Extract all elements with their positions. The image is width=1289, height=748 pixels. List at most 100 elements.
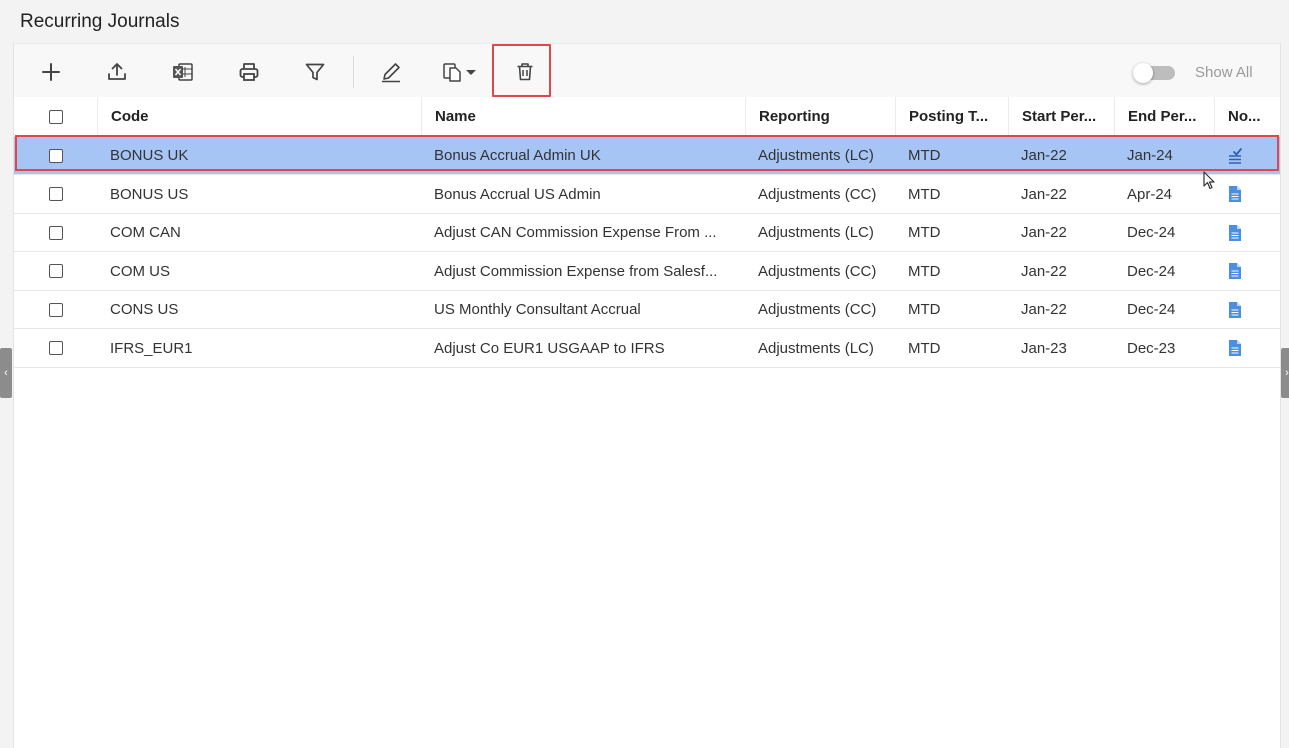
cell-code: COM US [110,262,170,280]
funnel-icon [305,63,325,81]
cell-end-period: Dec-23 [1127,339,1176,357]
cell-posting-type: MTD [908,339,941,357]
export-excel-button[interactable] [166,55,200,89]
column-header-end-period[interactable]: End Per... [1114,97,1214,136]
table-row[interactable]: COM US Adjust Commission Expense from Sal… [14,253,1280,291]
select-all-cell [14,97,97,136]
column-header-name[interactable]: Name [421,97,745,136]
toolbar-separator [353,56,354,88]
column-header-start-period[interactable]: Start Per... [1008,97,1114,136]
table-row[interactable]: IFRS_EUR1 Adjust Co EUR1 USGAAP to IFRS Ad… [14,330,1280,368]
caret-down-icon [466,70,476,75]
toggle-knob [1133,63,1153,83]
cell-end-period: Dec-24 [1127,224,1176,241]
row-select-cell [14,291,97,328]
row-checkbox[interactable] [48,302,63,317]
table-row[interactable]: BONUS UK Bonus Accrual Admin UK Adjustment… [14,137,1280,175]
filter-button[interactable] [298,55,332,89]
row-checkbox[interactable] [48,341,63,355]
cell-start-period: Jan-22 [1021,262,1067,280]
cell-code: BONUS UK [110,147,189,164]
copy-dropdown-button[interactable] [434,55,484,89]
row-select-cell [14,253,97,290]
cell-name: Adjust Co EUR1 USGAAP to IFRS [434,339,665,357]
cell-end-period: Dec-24 [1127,262,1176,280]
document-icon[interactable] [1227,224,1243,242]
printer-icon [239,63,259,81]
cell-end-period: Jan-24 [1127,147,1173,164]
column-header-posting-type[interactable]: Posting T... [895,97,1008,136]
column-header-code[interactable]: Code [97,97,421,136]
column-header-notes[interactable]: No... [1214,97,1280,136]
cell-notes [1214,137,1280,174]
cell-start-period: Jan-22 [1021,185,1067,203]
cell-notes [1214,291,1280,328]
excel-icon [173,63,193,81]
cell-reporting: Adjustments (CC) [758,185,877,203]
show-all-label: Show All [1195,64,1253,81]
document-icon[interactable] [1227,301,1243,319]
add-button[interactable] [34,55,68,89]
cell-start-period: Jan-22 [1021,301,1067,318]
cell-posting-type: MTD [908,147,941,164]
show-all-toggle[interactable] [1133,63,1177,83]
mouse-cursor-icon [1203,171,1215,190]
plus-icon [42,63,60,81]
grid-header: Code Name Reporting Posting T... Start P… [14,97,1280,137]
document-icon[interactable] [1227,262,1243,280]
edit-button[interactable] [374,55,408,89]
cell-start-period: Jan-22 [1021,224,1067,241]
row-checkbox[interactable] [48,225,63,240]
cell-code: COM CAN [110,224,181,241]
chevron-right-icon: › [1285,367,1289,379]
row-select-cell [14,137,97,174]
document-icon[interactable] [1227,339,1243,357]
cell-name: Bonus Accrual Admin UK [434,147,601,164]
cell-reporting: Adjustments (LC) [758,339,874,357]
document-icon[interactable] [1227,185,1243,203]
cell-reporting: Adjustments (LC) [758,147,874,164]
row-checkbox[interactable] [48,148,63,163]
select-all-checkbox[interactable] [48,109,63,124]
copy-icon [443,63,461,82]
chevron-left-icon: ‹ [4,367,8,379]
cell-notes [1214,330,1280,367]
import-button[interactable] [100,55,134,89]
cell-code: BONUS US [110,185,189,203]
upload-icon [108,63,126,80]
cell-notes [1214,176,1280,213]
cell-notes [1214,214,1280,251]
cell-name: Bonus Accrual US Admin [434,185,601,203]
note-check-icon[interactable] [1227,147,1243,165]
toolbar: Show All [14,43,1280,99]
cell-posting-type: MTD [908,301,941,318]
table-row[interactable]: COM CAN Adjust CAN Commission Expense Fro… [14,214,1280,252]
cell-reporting: Adjustments (LC) [758,224,874,241]
table-row[interactable]: CONS US US Monthly Consultant Accrual Adju… [14,291,1280,329]
cell-end-period: Apr-24 [1127,185,1173,203]
row-checkbox[interactable] [48,187,63,201]
print-button[interactable] [232,55,266,89]
row-checkbox[interactable] [48,264,63,278]
cell-name: Adjust Commission Expense from Salesf... [434,262,718,280]
cell-start-period: Jan-23 [1021,339,1067,357]
delete-highlight-box [492,44,551,97]
journals-panel: Show All Code Name Reporting Posting T..… [13,43,1281,748]
cell-notes [1214,253,1280,290]
cell-name: Adjust CAN Commission Expense From ... [434,224,717,241]
cell-code: IFRS_EUR1 [110,339,193,357]
cell-posting-type: MTD [908,262,941,280]
column-header-reporting[interactable]: Reporting [745,97,895,136]
cell-code: CONS US [110,301,179,318]
cell-posting-type: MTD [908,185,941,203]
cell-posting-type: MTD [908,224,941,241]
row-select-cell [14,176,97,213]
cell-name: US Monthly Consultant Accrual [434,301,641,318]
left-collapse-tab[interactable]: ‹ [0,348,12,398]
cell-start-period: Jan-22 [1021,147,1067,164]
cell-end-period: Dec-24 [1127,301,1176,318]
pencil-icon [382,63,400,83]
cell-reporting: Adjustments (CC) [758,301,877,318]
right-collapse-tab[interactable]: › [1281,348,1289,398]
table-row[interactable]: BONUS US Bonus Accrual US Admin Adjustment… [14,176,1280,214]
